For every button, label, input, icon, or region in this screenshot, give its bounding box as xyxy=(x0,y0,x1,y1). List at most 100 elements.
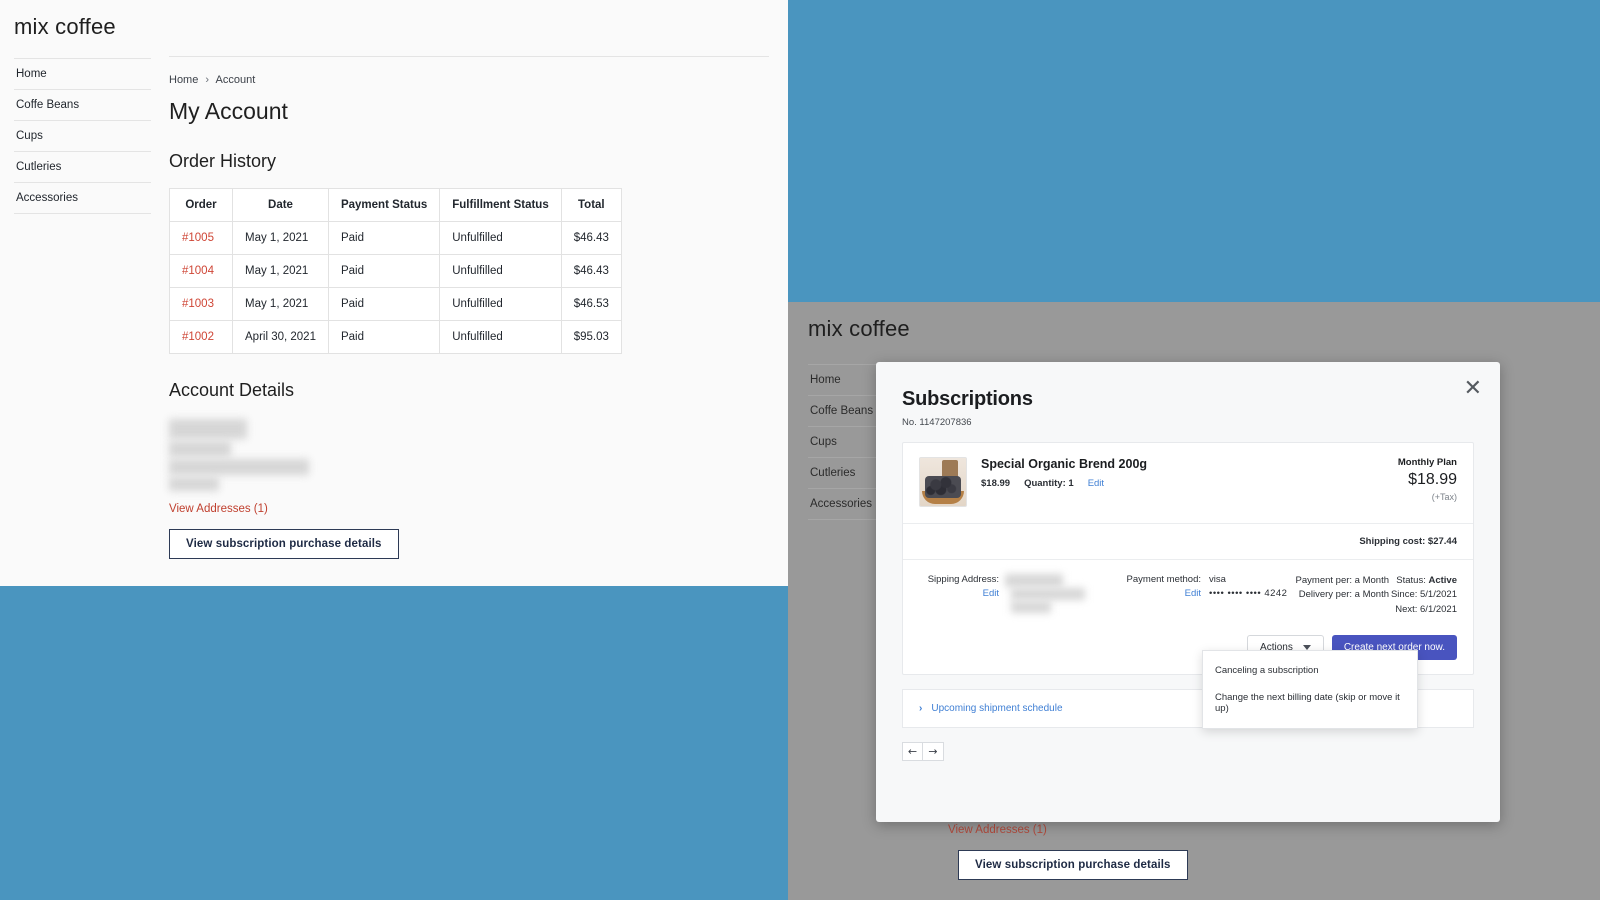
subscription-details-row: Sipping Address: Edit Payment method: Ed… xyxy=(903,560,1473,635)
account-page-plain: mix coffee Home Coffe Beans Cups Cutleri… xyxy=(0,0,788,586)
plan-info: Monthly Plan $18.99 (+Tax) xyxy=(1398,457,1457,502)
pagination: ← → xyxy=(902,741,1500,761)
view-addresses-link-dimmed[interactable]: View Addresses (1) xyxy=(948,824,1368,836)
frequency-block: Payment per: a Month Delivery per: a Mon… xyxy=(1289,574,1389,617)
breadcrumb: Home › Account xyxy=(169,56,769,86)
edit-product-link[interactable]: Edit xyxy=(1088,478,1104,489)
product-quantity: Quantity: 1 xyxy=(1024,478,1074,489)
order-history-title: Order History xyxy=(169,151,277,171)
redacted-account-info xyxy=(169,419,309,491)
product-meta: $18.99 Quantity: 1 Edit xyxy=(981,478,1398,489)
order-link[interactable]: #1004 xyxy=(169,254,233,288)
subscription-card: Special Organic Brend 200g $18.99 Quanti… xyxy=(902,442,1474,675)
column-date: Date xyxy=(232,188,329,222)
table-row: #1003 May 1, 2021 Paid Unfulfilled $46.5… xyxy=(169,287,622,321)
payment-method-label: Payment method: xyxy=(1126,574,1201,585)
order-payment-status: Paid xyxy=(327,221,441,255)
payment-brand: visa xyxy=(1209,574,1226,585)
redacted-shipping-address xyxy=(1005,574,1105,614)
view-addresses-link[interactable]: View Addresses (1) xyxy=(169,503,769,515)
order-total: $95.03 xyxy=(560,320,622,354)
site-logo-dimmed[interactable]: mix coffee xyxy=(788,302,1600,342)
account-main-content: Home › Account My Account Order History … xyxy=(169,56,769,559)
order-link[interactable]: #1005 xyxy=(169,221,233,255)
breadcrumb-current: Account xyxy=(215,74,256,86)
status-value: Active xyxy=(1428,575,1457,586)
next-page-button[interactable]: → xyxy=(923,741,944,761)
modal-title: Subscriptions xyxy=(902,388,1033,410)
sidebar-item-cutleries[interactable]: Cutleries xyxy=(14,152,151,183)
subscription-number: No. 1147207836 xyxy=(902,417,972,428)
column-total: Total xyxy=(560,188,622,222)
view-subscription-button[interactable]: View subscription purchase details xyxy=(169,529,399,559)
breadcrumb-separator-icon: › xyxy=(205,74,210,86)
sidebar-item-home[interactable]: Home xyxy=(14,58,151,90)
order-history-table: Order Date Payment Status Fulfillment St… xyxy=(169,188,622,354)
product-name: Special Organic Brend 200g xyxy=(981,457,1148,471)
sidebar-item-cups[interactable]: Cups xyxy=(14,121,151,152)
next-date: Next: 6/1/2021 xyxy=(1395,603,1457,615)
status-badge: Status: Active xyxy=(1389,574,1457,588)
shipping-address-label-group: Sipping Address: Edit xyxy=(919,574,999,617)
order-payment-status: Paid xyxy=(327,254,441,288)
order-payment-status: Paid xyxy=(327,287,441,321)
table-row: #1002 April 30, 2021 Paid Unfulfilled $9… xyxy=(169,320,622,354)
payment-frequency: Payment per: a Month xyxy=(1295,575,1389,586)
view-subscription-button-dimmed[interactable]: View subscription purchase details xyxy=(958,850,1188,880)
edit-shipping-address-link[interactable]: Edit xyxy=(919,588,999,599)
table-row: #1005 May 1, 2021 Paid Unfulfilled $46.4… xyxy=(169,221,622,255)
payment-method-block: Payment method: Edit visa •••• •••• ••••… xyxy=(1109,574,1289,617)
page-title: My Account xyxy=(169,98,288,124)
delivery-frequency: Delivery per: a Month xyxy=(1298,589,1389,601)
sidebar-item-coffe-beans[interactable]: Coffe Beans xyxy=(14,90,151,121)
menu-item-change-billing-date[interactable]: Change the next billing date (skip or mo… xyxy=(1203,684,1417,722)
shipping-cost: Shipping cost: $27.44 xyxy=(1359,536,1457,547)
order-date: April 30, 2021 xyxy=(232,320,329,354)
status-label: Status: xyxy=(1396,575,1426,586)
site-logo[interactable]: mix coffee xyxy=(0,0,788,40)
order-total: $46.43 xyxy=(560,221,622,255)
plan-name: Monthly Plan xyxy=(1397,457,1457,468)
breadcrumb-home[interactable]: Home xyxy=(169,74,198,86)
product-thumbnail xyxy=(919,457,967,507)
menu-item-cancel-subscription[interactable]: Canceling a subscription xyxy=(1203,657,1417,684)
order-fulfillment-status: Unfulfilled xyxy=(439,287,562,321)
order-date: May 1, 2021 xyxy=(232,287,329,321)
subscriptions-modal: ✕ Subscriptions No. 1147207836 Special O… xyxy=(876,362,1500,822)
order-fulfillment-status: Unfulfilled xyxy=(439,254,562,288)
shipping-address-block: Sipping Address: Edit xyxy=(919,574,1109,617)
plan-price: $18.99 xyxy=(1408,471,1457,488)
product-row: Special Organic Brend 200g $18.99 Quanti… xyxy=(903,443,1473,523)
table-row: #1004 May 1, 2021 Paid Unfulfilled $46.4… xyxy=(169,254,622,288)
payment-method-label-group: Payment method: Edit xyxy=(1109,574,1201,617)
dimmed-account-actions: View Addresses (1) View subscription pur… xyxy=(948,812,1368,880)
actions-dropdown-menu: Canceling a subscription Change the next… xyxy=(1202,650,1418,729)
plan-tax-note: (+Tax) xyxy=(1431,492,1457,502)
column-payment-status: Payment Status xyxy=(327,188,441,222)
status-block: Status: Active Since: 5/1/2021 Next: 6/1… xyxy=(1389,574,1457,617)
payment-method-value: visa •••• •••• •••• 4242 xyxy=(1209,574,1287,617)
product-price: $18.99 xyxy=(981,478,1011,489)
close-icon[interactable]: ✕ xyxy=(1464,378,1482,400)
table-header-row: Order Date Payment Status Fulfillment St… xyxy=(169,188,622,222)
shipping-address-label: Sipping Address: xyxy=(927,574,999,585)
order-date: May 1, 2021 xyxy=(232,254,329,288)
edit-payment-method-link[interactable]: Edit xyxy=(1109,588,1201,599)
chevron-right-icon: › xyxy=(919,702,923,714)
modal-screen: mix coffee Home Coffe Beans Cups Cutleri… xyxy=(788,0,1600,900)
product-info: Special Organic Brend 200g $18.99 Quanti… xyxy=(981,457,1398,489)
order-link[interactable]: #1003 xyxy=(169,287,233,321)
order-total: $46.43 xyxy=(560,254,622,288)
order-date: May 1, 2021 xyxy=(232,221,329,255)
order-fulfillment-status: Unfulfilled xyxy=(439,320,562,354)
sidebar-nav: Home Coffe Beans Cups Cutleries Accessor… xyxy=(14,58,151,214)
sidebar-item-accessories[interactable]: Accessories xyxy=(14,183,151,214)
chevron-down-icon xyxy=(1302,644,1311,650)
order-total: $46.53 xyxy=(560,287,622,321)
previous-page-button[interactable]: ← xyxy=(902,741,923,761)
upcoming-shipment-schedule-label: Upcoming shipment schedule xyxy=(931,702,1063,714)
order-link[interactable]: #1002 xyxy=(169,320,233,354)
order-payment-status: Paid xyxy=(327,320,441,354)
since-date: Since: 5/1/2021 xyxy=(1390,589,1457,601)
account-details-title: Account Details xyxy=(169,380,295,400)
